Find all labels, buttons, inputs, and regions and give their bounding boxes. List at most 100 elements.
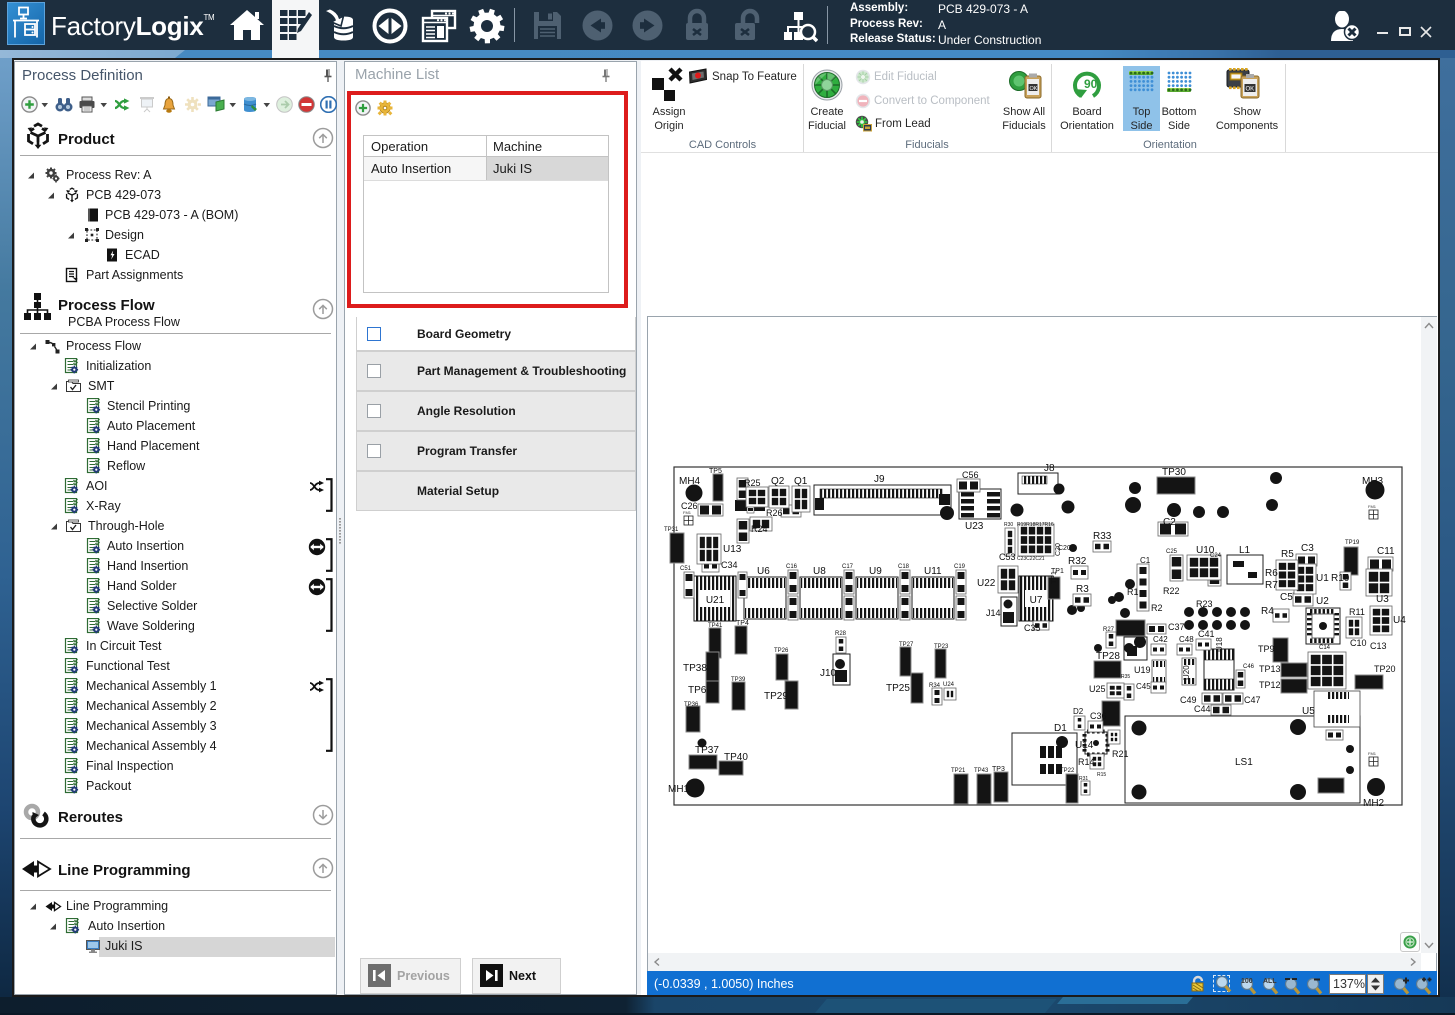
svg-text:C51: C51 <box>680 566 692 572</box>
svg-text:FM1: FM1 <box>1368 751 1377 756</box>
svg-text:MH1: MH1 <box>668 784 690 795</box>
svg-text:Q2: Q2 <box>771 476 785 487</box>
svg-text:D1: D1 <box>1054 723 1067 734</box>
svg-text:TP19: TP19 <box>1345 540 1360 546</box>
svg-text:TP38: TP38 <box>683 663 707 674</box>
svg-text:MH4: MH4 <box>679 476 701 487</box>
svg-text:R27: R27 <box>1103 627 1115 633</box>
svg-text:Q1: Q1 <box>794 476 808 487</box>
svg-text:R35: R35 <box>1121 674 1130 680</box>
svg-text:TP36: TP36 <box>684 702 699 708</box>
svg-text:TP1: TP1 <box>1051 571 1058 584</box>
svg-text:TP4: TP4 <box>736 620 749 627</box>
svg-text:C13: C13 <box>1370 641 1387 651</box>
svg-text:C45: C45 <box>1136 682 1151 691</box>
svg-text:U18: U18 <box>1215 637 1224 652</box>
svg-text:U20: U20 <box>1182 665 1191 680</box>
svg-text:LS1: LS1 <box>1235 757 1253 768</box>
svg-text:TP37: TP37 <box>695 745 719 756</box>
svg-text:R4: R4 <box>1261 606 1274 617</box>
svg-text:TP23: TP23 <box>934 644 949 650</box>
svg-text:R22: R22 <box>1163 586 1180 596</box>
svg-text:C18: C18 <box>898 564 910 570</box>
svg-text:R3: R3 <box>1076 584 1089 595</box>
svg-text:C56: C56 <box>962 470 979 480</box>
svg-text:TP28: TP28 <box>1096 651 1120 662</box>
svg-text:C17: C17 <box>842 564 854 570</box>
svg-text:TP3: TP3 <box>992 766 1005 773</box>
svg-text:C2: C2 <box>1163 517 1176 528</box>
svg-text:C20: C20 <box>1055 543 1062 556</box>
svg-text:FM1: FM1 <box>1368 504 1377 509</box>
svg-text:TP41: TP41 <box>708 623 723 629</box>
svg-text:J10: J10 <box>820 668 837 679</box>
svg-text:C41: C41 <box>1198 629 1215 639</box>
svg-text:U7: U7 <box>1030 595 1043 606</box>
svg-text:C44: C44 <box>1194 704 1211 714</box>
svg-text:TP21: TP21 <box>951 768 966 774</box>
svg-text:OK: OK <box>1030 86 1038 92</box>
svg-text:J9: J9 <box>874 474 885 485</box>
svg-text:R14: R14 <box>1078 757 1095 767</box>
svg-text:R26: R26 <box>766 508 783 518</box>
svg-text:L1: L1 <box>1239 545 1251 556</box>
svg-text:C25: C25 <box>1166 549 1178 555</box>
svg-text:R32: R32 <box>1068 556 1087 567</box>
svg-text:C1: C1 <box>1140 556 1151 565</box>
svg-text:C5: C5 <box>1280 592 1293 603</box>
svg-text:U13: U13 <box>723 544 742 555</box>
svg-text:TP13: TP13 <box>1259 664 1281 674</box>
svg-text:C23C22C21: C23C22C21 <box>1017 556 1045 562</box>
svg-text:R24: R24 <box>751 524 768 534</box>
svg-text:C11: C11 <box>1377 546 1395 557</box>
svg-text:TP31: TP31 <box>664 527 679 533</box>
svg-text:U6: U6 <box>757 566 770 577</box>
svg-text:R19R18R17R16: R19R18R17R16 <box>1017 522 1054 528</box>
svg-text:U9: U9 <box>869 566 882 577</box>
svg-text:MH2: MH2 <box>1363 798 1385 809</box>
svg-text:J14: J14 <box>986 608 1001 618</box>
svg-text:100: 100 <box>1241 978 1253 985</box>
svg-text:R31: R31 <box>1079 776 1088 782</box>
svg-text:C35: C35 <box>1024 623 1041 633</box>
svg-text:U21: U21 <box>706 595 725 606</box>
svg-text:U8: U8 <box>813 566 826 577</box>
svg-text:R1: R1 <box>1127 587 1139 597</box>
svg-text:R7: R7 <box>1265 580 1278 591</box>
svg-text:TP9: TP9 <box>1258 644 1275 654</box>
svg-text:C34: C34 <box>721 560 738 570</box>
svg-text:R5: R5 <box>1281 549 1294 560</box>
svg-text:TP26: TP26 <box>774 648 789 654</box>
svg-text:TP40: TP40 <box>724 752 748 763</box>
svg-text:C19: C19 <box>954 564 966 570</box>
svg-text:TP27: TP27 <box>899 642 914 648</box>
svg-text:C53: C53 <box>999 552 1016 562</box>
svg-text:C26: C26 <box>681 501 698 511</box>
svg-text:U1: U1 <box>1316 573 1329 584</box>
svg-text:R2: R2 <box>1151 603 1163 613</box>
svg-text:J8: J8 <box>1044 463 1055 474</box>
svg-text:U25: U25 <box>1089 684 1106 694</box>
svg-text:C24: C24 <box>1210 553 1222 559</box>
svg-text:TP29: TP29 <box>764 691 788 702</box>
svg-text:D2: D2 <box>1073 707 1084 716</box>
svg-text:C48: C48 <box>1179 635 1194 644</box>
svg-text:R25: R25 <box>744 478 761 488</box>
svg-text:C47: C47 <box>1244 695 1261 705</box>
svg-text:R21: R21 <box>1112 749 1129 759</box>
svg-text:C42: C42 <box>1153 635 1168 644</box>
svg-text:TP12: TP12 <box>1259 680 1281 690</box>
svg-text:U24: U24 <box>943 682 955 688</box>
svg-text:U19: U19 <box>1134 665 1151 675</box>
svg-text:R11: R11 <box>1349 607 1365 617</box>
svg-text:C37: C37 <box>1168 622 1185 632</box>
svg-text:R15: R15 <box>1097 772 1106 778</box>
svg-text:U4: U4 <box>1393 615 1406 626</box>
svg-text:U2: U2 <box>1316 596 1329 607</box>
svg-text:R34: R34 <box>929 683 941 689</box>
svg-text:C16: C16 <box>786 564 798 570</box>
svg-text:OK: OK <box>1246 87 1255 93</box>
svg-text:U22: U22 <box>977 578 996 589</box>
svg-text:C3: C3 <box>1301 543 1314 554</box>
svg-text:TP39: TP39 <box>731 677 746 683</box>
